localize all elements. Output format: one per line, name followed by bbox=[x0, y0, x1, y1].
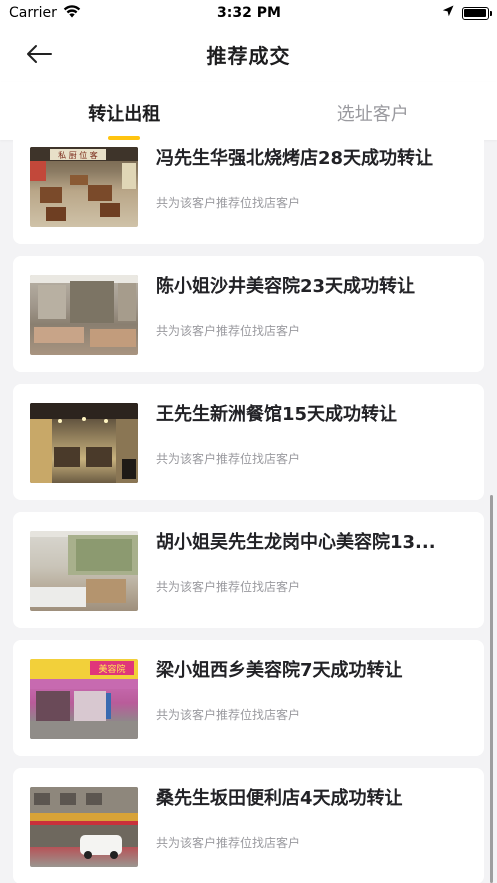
shop-sign-text: 私 厨 位 客 bbox=[58, 150, 98, 160]
deal-list: 私 厨 位 客 冯先生华强北烧烤店28天成功转让 共为该客户推荐位找店客户 陈小… bbox=[13, 140, 484, 883]
shop-photo-art: 美容院 bbox=[30, 659, 138, 739]
shop-photo-art: 私 厨 位 客 bbox=[30, 147, 138, 221]
shop-photo-art bbox=[30, 403, 138, 483]
clock: 3:32 PM bbox=[217, 5, 281, 21]
deal-subtitle: 共为该客户推荐位找店客户 bbox=[156, 708, 301, 722]
deal-subtitle: 共为该客户推荐位找店客户 bbox=[156, 452, 301, 466]
tab-site-clients[interactable]: 选址客户 bbox=[249, 82, 497, 140]
shop-photo-art bbox=[30, 787, 138, 859]
list-item-text: 梁小姐西乡美容院7天成功转让 共为该客户推荐位找店客户 bbox=[156, 659, 468, 723]
deal-subtitle: 共为该客户推荐位找店客户 bbox=[156, 324, 301, 338]
shop-photo: 私 厨 位 客 bbox=[30, 147, 138, 227]
wifi-icon bbox=[63, 4, 81, 22]
list-item-text: 冯先生华强北烧烤店28天成功转让 共为该客户推荐位找店客户 bbox=[156, 147, 468, 211]
shop-photo bbox=[30, 531, 138, 611]
status-bar: Carrier 3:32 PM bbox=[0, 0, 497, 26]
list-item[interactable]: 私 厨 位 客 冯先生华强北烧烤店28天成功转让 共为该客户推荐位找店客户 bbox=[13, 140, 484, 244]
tab-bar: 转让出租 选址客户 bbox=[0, 82, 497, 140]
shop-photo bbox=[30, 787, 138, 867]
list-item[interactable]: 王先生新洲餐馆15天成功转让 共为该客户推荐位找店客户 bbox=[13, 384, 484, 500]
deal-title: 胡小姐吴先生龙岗中心美容院13... bbox=[156, 532, 436, 553]
tab-label: 选址客户 bbox=[336, 104, 409, 125]
deal-subtitle: 共为该客户推荐位找店客户 bbox=[156, 196, 301, 210]
back-arrow-icon bbox=[27, 45, 52, 63]
deal-subtitle: 共为该客户推荐位找店客户 bbox=[156, 580, 301, 594]
status-left: Carrier bbox=[9, 4, 149, 22]
location-arrow-icon bbox=[442, 5, 454, 21]
scrollbar[interactable] bbox=[490, 495, 493, 883]
deal-title: 桑先生坂田便利店4天成功转让 bbox=[156, 788, 403, 809]
shop-photo-art bbox=[30, 275, 138, 347]
list-item[interactable]: 桑先生坂田便利店4天成功转让 共为该客户推荐位找店客户 bbox=[13, 768, 484, 883]
back-button[interactable] bbox=[22, 38, 56, 70]
list-item[interactable]: 陈小姐沙井美容院23天成功转让 共为该客户推荐位找店客户 bbox=[13, 256, 484, 372]
status-right bbox=[349, 5, 492, 21]
list-item-text: 王先生新洲餐馆15天成功转让 共为该客户推荐位找店客户 bbox=[156, 403, 468, 467]
list-item-text: 桑先生坂田便利店4天成功转让 共为该客户推荐位找店客户 bbox=[156, 787, 468, 851]
deal-title: 王先生新洲餐馆15天成功转让 bbox=[156, 404, 398, 425]
deal-title: 冯先生华强北烧烤店28天成功转让 bbox=[156, 148, 434, 169]
shop-photo bbox=[30, 403, 138, 483]
shop-photo: 美容院 bbox=[30, 659, 138, 739]
deal-list-container[interactable]: 私 厨 位 客 冯先生华强北烧烤店28天成功转让 共为该客户推荐位找店客户 陈小… bbox=[0, 140, 497, 883]
page-title: 推荐成交 bbox=[206, 43, 291, 68]
list-item-text: 陈小姐沙井美容院23天成功转让 共为该客户推荐位找店客户 bbox=[156, 275, 468, 339]
shop-sign-text: 美容院 bbox=[98, 663, 125, 675]
list-item[interactable]: 美容院 梁小姐西乡美容院7天成功转让 共为该客户推荐位找店客户 bbox=[13, 640, 484, 756]
shop-photo bbox=[30, 275, 138, 355]
deal-subtitle: 共为该客户推荐位找店客户 bbox=[156, 836, 301, 850]
list-item-text: 胡小姐吴先生龙岗中心美容院13... 共为该客户推荐位找店客户 bbox=[156, 531, 468, 595]
navigation-bar: 推荐成交 bbox=[0, 26, 497, 82]
deal-title: 陈小姐沙井美容院23天成功转让 bbox=[156, 276, 416, 297]
shop-photo-art bbox=[30, 531, 138, 607]
list-item[interactable]: 胡小姐吴先生龙岗中心美容院13... 共为该客户推荐位找店客户 bbox=[13, 512, 484, 628]
battery-level bbox=[464, 9, 487, 17]
deal-title: 梁小姐西乡美容院7天成功转让 bbox=[156, 660, 403, 681]
tab-transfer-rent[interactable]: 转让出租 bbox=[0, 82, 249, 140]
battery-icon bbox=[461, 6, 492, 20]
tab-label: 转让出租 bbox=[88, 104, 161, 125]
carrier-label: Carrier bbox=[9, 5, 57, 21]
